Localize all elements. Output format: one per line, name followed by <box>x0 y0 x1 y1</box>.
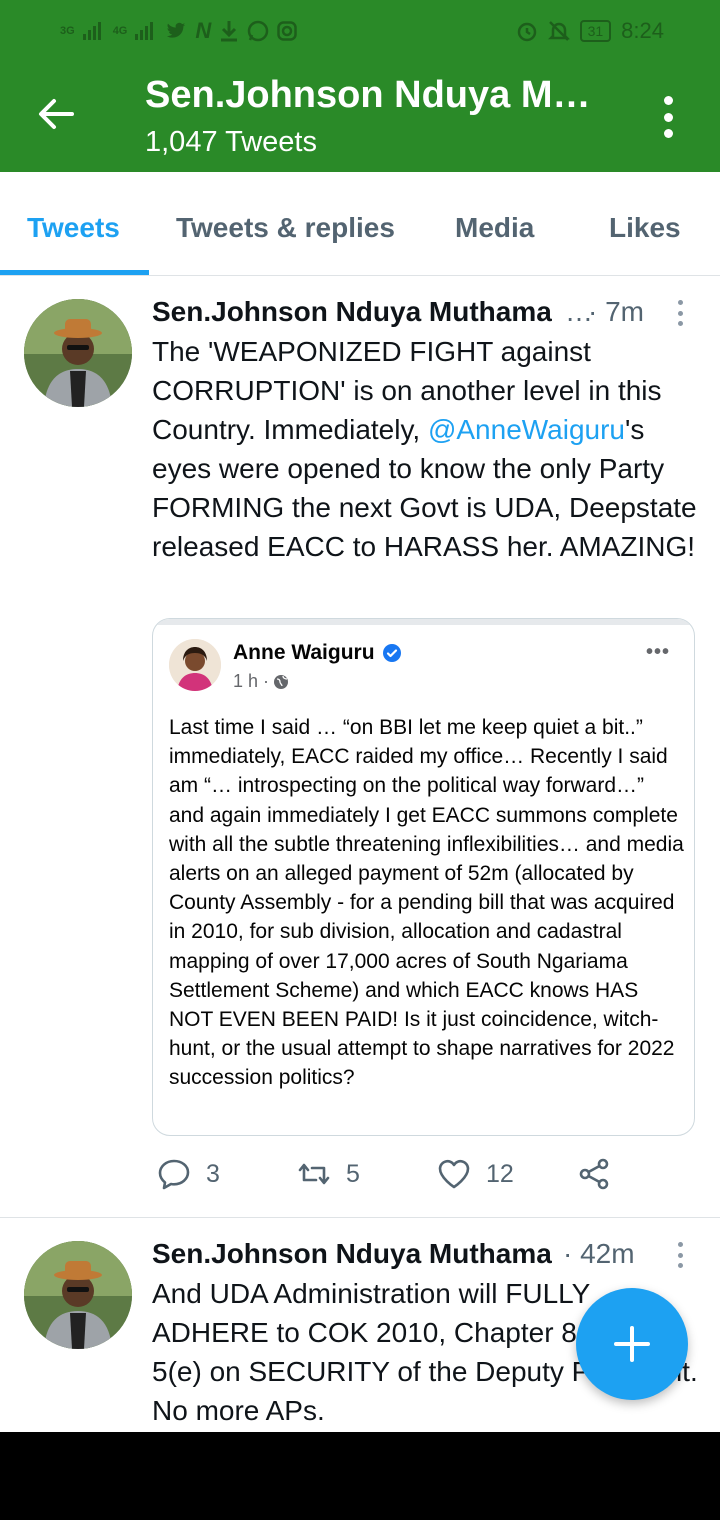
retweet-count: 5 <box>346 1159 360 1188</box>
alarm-icon <box>517 22 536 42</box>
tab-likes[interactable]: Likes <box>609 212 681 244</box>
instagram-icon <box>277 21 298 41</box>
quote-time-label: 1 h · <box>233 671 270 691</box>
tweet-more-icon[interactable] <box>675 300 685 326</box>
heart-icon <box>438 1159 470 1189</box>
quote-avatar <box>169 639 221 691</box>
compose-tweet-button[interactable] <box>576 1288 688 1400</box>
quote-time: 1 h · <box>233 671 289 692</box>
status-left-icons: 3G 4G N <box>60 18 298 44</box>
active-tab-indicator <box>0 270 149 275</box>
quote-author-name: Anne Waiguru <box>233 641 375 664</box>
share-button[interactable] <box>576 1156 612 1192</box>
mute-icon <box>547 21 570 41</box>
retweet-button[interactable]: 5 <box>296 1156 360 1192</box>
globe-icon <box>274 674 289 689</box>
status-right-icons: 31 8:24 <box>516 18 664 44</box>
card-top-border <box>153 619 694 625</box>
network-3g-label: 3G <box>60 25 75 37</box>
tab-tweets-replies[interactable]: Tweets & replies <box>176 212 395 244</box>
tweet-author-name[interactable]: Sen.Johnson Nduya Muthama <box>152 296 552 328</box>
tweet-count: 1,047 Tweets <box>145 126 317 158</box>
retweet-icon <box>298 1163 330 1185</box>
mention-link[interactable]: @AnneWaiguru <box>428 414 625 445</box>
quote-more-icon: ••• <box>645 641 670 663</box>
like-button[interactable]: 12 <box>436 1156 514 1192</box>
download-icon <box>221 21 238 42</box>
app-header: 3G 4G N 31 8:24 Sen.Johnson Nduya M… 1,0… <box>0 0 720 172</box>
more-vertical-icon[interactable] <box>658 96 678 138</box>
like-count: 12 <box>486 1159 514 1188</box>
tweet-divider <box>0 1217 720 1218</box>
clock: 8:24 <box>621 18 664 43</box>
twitter-icon <box>167 22 186 38</box>
battery-icon: 31 <box>579 20 612 42</box>
tweet-time: · 7m <box>588 296 644 327</box>
signal-icon-2 <box>135 22 157 40</box>
whatsapp-icon <box>248 20 269 42</box>
avatar[interactable] <box>24 299 132 407</box>
quote-text: Last time I said … “on BBI let me keep q… <box>169 716 684 1090</box>
avatar-image-2 <box>24 1241 132 1349</box>
tab-tweets[interactable]: Tweets <box>27 212 120 244</box>
share-icon <box>579 1158 609 1190</box>
reply-button[interactable]: 3 <box>156 1156 220 1192</box>
signal-icon <box>82 22 105 40</box>
tweet-actions: 3 5 12 <box>152 1156 672 1200</box>
back-arrow-icon[interactable] <box>34 92 78 136</box>
tweet-time-2: · 42m <box>563 1238 635 1269</box>
status-bar: 3G 4G N 31 8:24 <box>0 0 720 62</box>
plus-icon <box>614 1326 650 1362</box>
profile-title: Sen.Johnson Nduya M… <box>145 74 591 116</box>
tweet-text: The 'WEAPONIZED FIGHT against CORRUPTION… <box>152 332 702 566</box>
tweet-author-name-2[interactable]: Sen.Johnson Nduya Muthama <box>152 1238 552 1270</box>
embedded-image-card[interactable]: Anne Waiguru 1 h · ••• Last time I said … <box>152 618 695 1136</box>
avatar-2[interactable] <box>24 1241 132 1349</box>
profile-tabs: Tweets Tweets & replies Media Likes <box>0 172 720 276</box>
network-4g-label: 4G <box>112 25 128 37</box>
avatar-image <box>24 299 132 407</box>
verified-badge-icon <box>383 644 401 662</box>
quote-avatar-image <box>169 639 221 691</box>
system-navigation-bar <box>0 1432 720 1520</box>
tweet-more-icon-2[interactable] <box>675 1242 685 1268</box>
tab-media[interactable]: Media <box>455 212 534 244</box>
reply-icon <box>158 1159 190 1190</box>
n-icon: N <box>195 18 212 43</box>
reply-count: 3 <box>206 1159 220 1188</box>
